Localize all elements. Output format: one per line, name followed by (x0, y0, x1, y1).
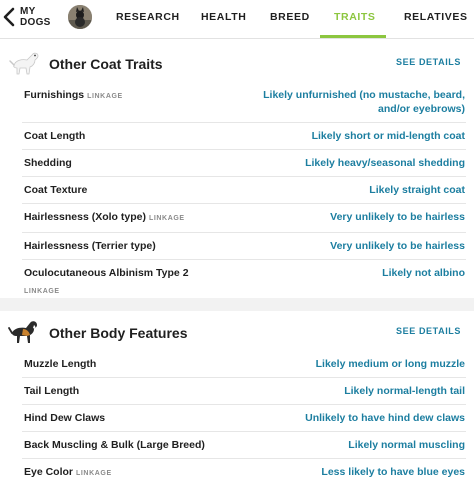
trait-row-hairlessness-terrier[interactable]: Hairlessness (Terrier type) Very unlikel… (22, 233, 466, 260)
trait-result[interactable]: Less likely to have blue eyes (321, 465, 466, 479)
linkage-badge: LINKAGE (24, 288, 60, 295)
trait-result[interactable]: Likely heavy/seasonal shedding (305, 156, 466, 170)
trait-name: Hind Dew Claws (24, 412, 106, 424)
trait-row-back-muscling[interactable]: Back Muscling & Bulk (Large Breed) Likel… (22, 432, 466, 459)
chevron-left-icon (3, 7, 15, 27)
trait-row-coat-texture[interactable]: Coat Texture Likely straight coat (22, 177, 466, 204)
coat-traits-section: Other Coat Traits SEE DETAILS Furnishing… (0, 46, 474, 305)
trait-name: Hairlessness (Xolo type) LINKAGE (24, 211, 185, 223)
trait-row-hind-dew-claws[interactable]: Hind Dew Claws Unlikely to have hind dew… (22, 405, 466, 432)
trait-row-coat-length[interactable]: Coat Length Likely short or mid-length c… (22, 123, 466, 150)
trait-name: Tail Length (24, 385, 80, 397)
back-to-my-dogs-button[interactable]: MY DOGS (2, 6, 58, 30)
section-title: Other Coat Traits (49, 56, 163, 72)
trait-row-shedding[interactable]: Shedding Likely heavy/seasonal shedding (22, 150, 466, 177)
linkage-badge: LINKAGE (148, 215, 185, 222)
trait-row-furnishings[interactable]: Furnishings LINKAGE Likely unfurnished (n… (22, 82, 466, 123)
section-header: Other Body Features SEE DETAILS (0, 315, 474, 351)
tab-relatives[interactable]: RELATIVES (404, 11, 468, 23)
back-label: MY DOGS (20, 6, 51, 28)
see-details-link[interactable]: SEE DETAILS (396, 326, 461, 336)
dog-coat-icon (9, 52, 39, 75)
trait-name: Hairlessness (Terrier type) (24, 240, 156, 252)
active-tab-indicator (320, 35, 386, 38)
trait-name: Muzzle Length (24, 358, 97, 370)
trait-result[interactable]: Very unlikely to be hairless (330, 239, 466, 253)
trait-result[interactable]: Likely normal muscling (348, 438, 466, 452)
trait-name: Coat Texture (24, 184, 88, 196)
trait-list: Furnishings LINKAGE Likely unfurnished (n… (0, 82, 474, 305)
trait-row-eye-color[interactable]: Eye Color LINKAGE Less likely to have blu… (22, 459, 466, 487)
trait-result[interactable]: Very unlikely to be hairless (330, 210, 466, 224)
trait-result[interactable]: Likely unfurnished (no mustache, beard, … (230, 88, 466, 116)
dog-body-icon (8, 321, 37, 343)
trait-row-muzzle-length[interactable]: Muzzle Length Likely medium or long muzz… (22, 351, 466, 378)
trait-result[interactable]: Likely medium or long muzzle (316, 357, 466, 371)
trait-name: Shedding (24, 157, 72, 169)
trait-result[interactable]: Likely straight coat (369, 183, 466, 197)
tab-traits[interactable]: TRAITS (334, 11, 376, 23)
body-features-section: Other Body Features SEE DETAILS Muzzle L… (0, 315, 474, 487)
trait-name: Eye Color LINKAGE (24, 466, 112, 478)
section-title: Other Body Features (49, 325, 188, 341)
top-nav: MY DOGS RESEARCH HEALTH BREED TRAITS REL… (0, 0, 474, 39)
dog-avatar[interactable] (68, 5, 92, 29)
tab-health[interactable]: HEALTH (201, 11, 246, 23)
trait-result[interactable]: Likely short or mid-length coat (312, 129, 466, 143)
trait-name: Coat Length (24, 130, 86, 142)
see-details-link[interactable]: SEE DETAILS (396, 57, 461, 67)
trait-name: Furnishings LINKAGE (24, 89, 123, 101)
trait-result[interactable]: Likely not albino (382, 266, 466, 280)
section-divider (0, 298, 474, 311)
trait-name: Back Muscling & Bulk (Large Breed) (24, 439, 205, 451)
tab-research[interactable]: RESEARCH (116, 11, 180, 23)
trait-name: Oculocutaneous Albinism Type 2 LINKAGE (24, 266, 189, 299)
trait-list: Muzzle Length Likely medium or long muzz… (0, 351, 474, 487)
trait-result[interactable]: Unlikely to have hind dew claws (305, 411, 466, 425)
linkage-badge: LINKAGE (76, 470, 112, 477)
trait-row-tail-length[interactable]: Tail Length Likely normal-length tail (22, 378, 466, 405)
dog-photo-icon (68, 5, 92, 29)
linkage-badge: LINKAGE (87, 93, 123, 100)
tab-breed[interactable]: BREED (270, 11, 310, 23)
section-header: Other Coat Traits SEE DETAILS (0, 46, 474, 82)
trait-row-hairlessness-xolo[interactable]: Hairlessness (Xolo type) LINKAGE Very unl… (22, 204, 466, 233)
trait-result[interactable]: Likely normal-length tail (344, 384, 466, 398)
